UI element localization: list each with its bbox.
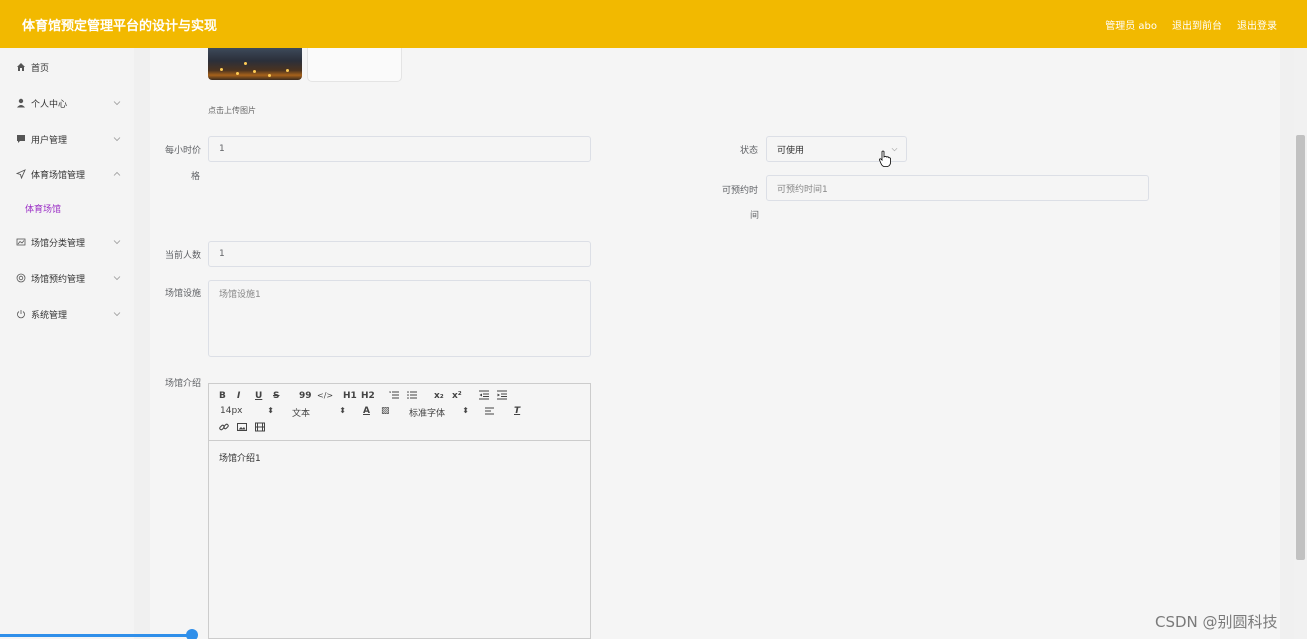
- navigation-icon: [15, 169, 26, 180]
- home-icon: [15, 62, 26, 73]
- sidebar-item-system[interactable]: 系统管理: [0, 304, 134, 324]
- header-links: 管理员 abo 退出到前台 退出登录: [1105, 17, 1277, 32]
- text-style-select[interactable]: 文本 ⬍: [292, 406, 346, 419]
- app-title: 体育馆预定管理平台的设计与实现: [22, 19, 218, 34]
- font-color-icon[interactable]: A: [363, 406, 370, 416]
- font-family-select[interactable]: 标准字体 ⬍: [409, 406, 469, 419]
- h2-button[interactable]: H2: [361, 391, 375, 401]
- sidebar-item-label: 体育场馆管理: [31, 170, 86, 181]
- rich-text-editor[interactable]: B I U S 99 </> H1 H2 1 x₂ x² 14px ⬍ 文本 ⬍ A…: [208, 383, 591, 639]
- sidebar-item-venue-category[interactable]: 场馆分类管理: [0, 232, 134, 252]
- sidebar-subitem-venue[interactable]: 体育场馆: [25, 202, 61, 215]
- sidebar-item-label: 个人中心: [31, 99, 68, 110]
- chevron-down-icon: [113, 312, 121, 317]
- chevron-down-icon: [113, 101, 121, 106]
- intro-label: 场馆介绍: [165, 379, 202, 389]
- back-to-frontend-link[interactable]: 退出到前台: [1172, 17, 1222, 32]
- globe-icon: [15, 273, 26, 284]
- price-label-wrap: 格: [191, 172, 201, 182]
- blockquote-button[interactable]: 99: [299, 391, 312, 401]
- bold-button[interactable]: B: [219, 391, 226, 401]
- underline-button[interactable]: U: [255, 391, 262, 401]
- font-size-select[interactable]: 14px ⬍: [220, 406, 274, 416]
- editor-toolbar: B I U S 99 </> H1 H2 1 x₂ x² 14px ⬍ 文本 ⬍ A…: [209, 384, 590, 441]
- sidebar-item-label: 场馆分类管理: [31, 238, 86, 249]
- chart-icon: [15, 237, 26, 248]
- logout-link[interactable]: 退出登录: [1237, 17, 1277, 32]
- price-label: 每小时价: [165, 146, 202, 156]
- ordered-list-icon[interactable]: 1: [389, 390, 399, 403]
- sidebar-item-personal[interactable]: 个人中心: [0, 93, 134, 113]
- hand-cursor-icon: [879, 150, 891, 167]
- image-upload-box[interactable]: [307, 48, 402, 82]
- strike-button[interactable]: S: [273, 391, 279, 401]
- align-left-icon[interactable]: [485, 406, 495, 419]
- background-color-icon[interactable]: ▨: [381, 406, 390, 416]
- venue-thumbnail-image[interactable]: [208, 48, 302, 80]
- sidebar-item-venues[interactable]: 体育场馆管理: [0, 164, 134, 184]
- code-button[interactable]: </>: [317, 391, 333, 400]
- chevron-up-icon: [113, 171, 121, 176]
- top-header-bar: 体育馆预定管理平台的设计与实现 管理员 abo 退出到前台 退出登录: [0, 0, 1307, 48]
- indent-icon[interactable]: [497, 390, 507, 403]
- subscript-button[interactable]: x₂: [434, 391, 444, 401]
- current-count-label: 当前人数: [165, 251, 202, 261]
- sidebar-item-label: 系统管理: [31, 310, 68, 321]
- link-icon[interactable]: [219, 422, 229, 435]
- svg-text:1: 1: [389, 390, 391, 394]
- power-icon: [15, 309, 26, 320]
- superscript-button[interactable]: x²: [452, 391, 462, 401]
- italic-button[interactable]: I: [237, 391, 240, 401]
- status-select-value: 可使用: [777, 145, 805, 156]
- watermark-text: CSDN @别圆科技: [1155, 613, 1278, 631]
- progress-handle[interactable]: [186, 629, 198, 639]
- chat-icon: [15, 134, 26, 145]
- current-count-input[interactable]: 1: [208, 241, 591, 267]
- h1-button[interactable]: H1: [343, 391, 357, 401]
- available-time-label: 可预约时: [722, 186, 759, 196]
- outdent-icon[interactable]: [479, 390, 489, 403]
- facility-label: 场馆设施: [165, 289, 202, 299]
- upload-hint: 点击上传图片: [208, 106, 256, 115]
- chevron-down-icon: [113, 276, 121, 281]
- sidebar-item-label: 场馆预约管理: [31, 274, 86, 285]
- editor-content[interactable]: 场馆介绍1: [219, 451, 261, 464]
- video-icon[interactable]: [255, 422, 265, 435]
- facility-textarea[interactable]: 场馆设施1: [208, 280, 591, 357]
- status-label: 状态: [740, 146, 759, 156]
- user-icon: [15, 98, 26, 109]
- page-scrollbar-thumb[interactable]: [1296, 135, 1305, 560]
- sidebar-item-home[interactable]: 首页: [0, 57, 134, 77]
- sidebar-item-bookings[interactable]: 场馆预约管理: [0, 268, 134, 288]
- text-style-value: 文本: [292, 409, 311, 419]
- admin-user-label: 管理员 abo: [1105, 21, 1157, 32]
- bullet-list-icon[interactable]: [407, 390, 417, 403]
- price-input[interactable]: 1: [208, 136, 591, 162]
- available-time-input[interactable]: 可预约时间1: [766, 175, 1149, 201]
- sidebar-item-label: 首页: [31, 63, 50, 74]
- bottom-progress-line: [0, 634, 190, 637]
- clear-format-icon[interactable]: T: [514, 406, 520, 416]
- sidebar-item-users[interactable]: 用户管理: [0, 129, 134, 149]
- available-time-label-wrap: 间: [750, 211, 760, 221]
- chevron-down-icon: [113, 240, 121, 245]
- chevron-down-icon: [891, 147, 898, 152]
- font-size-value: 14px: [220, 406, 243, 416]
- chevron-down-icon: [113, 137, 121, 142]
- font-family-value: 标准字体: [409, 409, 446, 419]
- image-icon[interactable]: [237, 422, 247, 435]
- sidebar-item-label: 用户管理: [31, 135, 68, 146]
